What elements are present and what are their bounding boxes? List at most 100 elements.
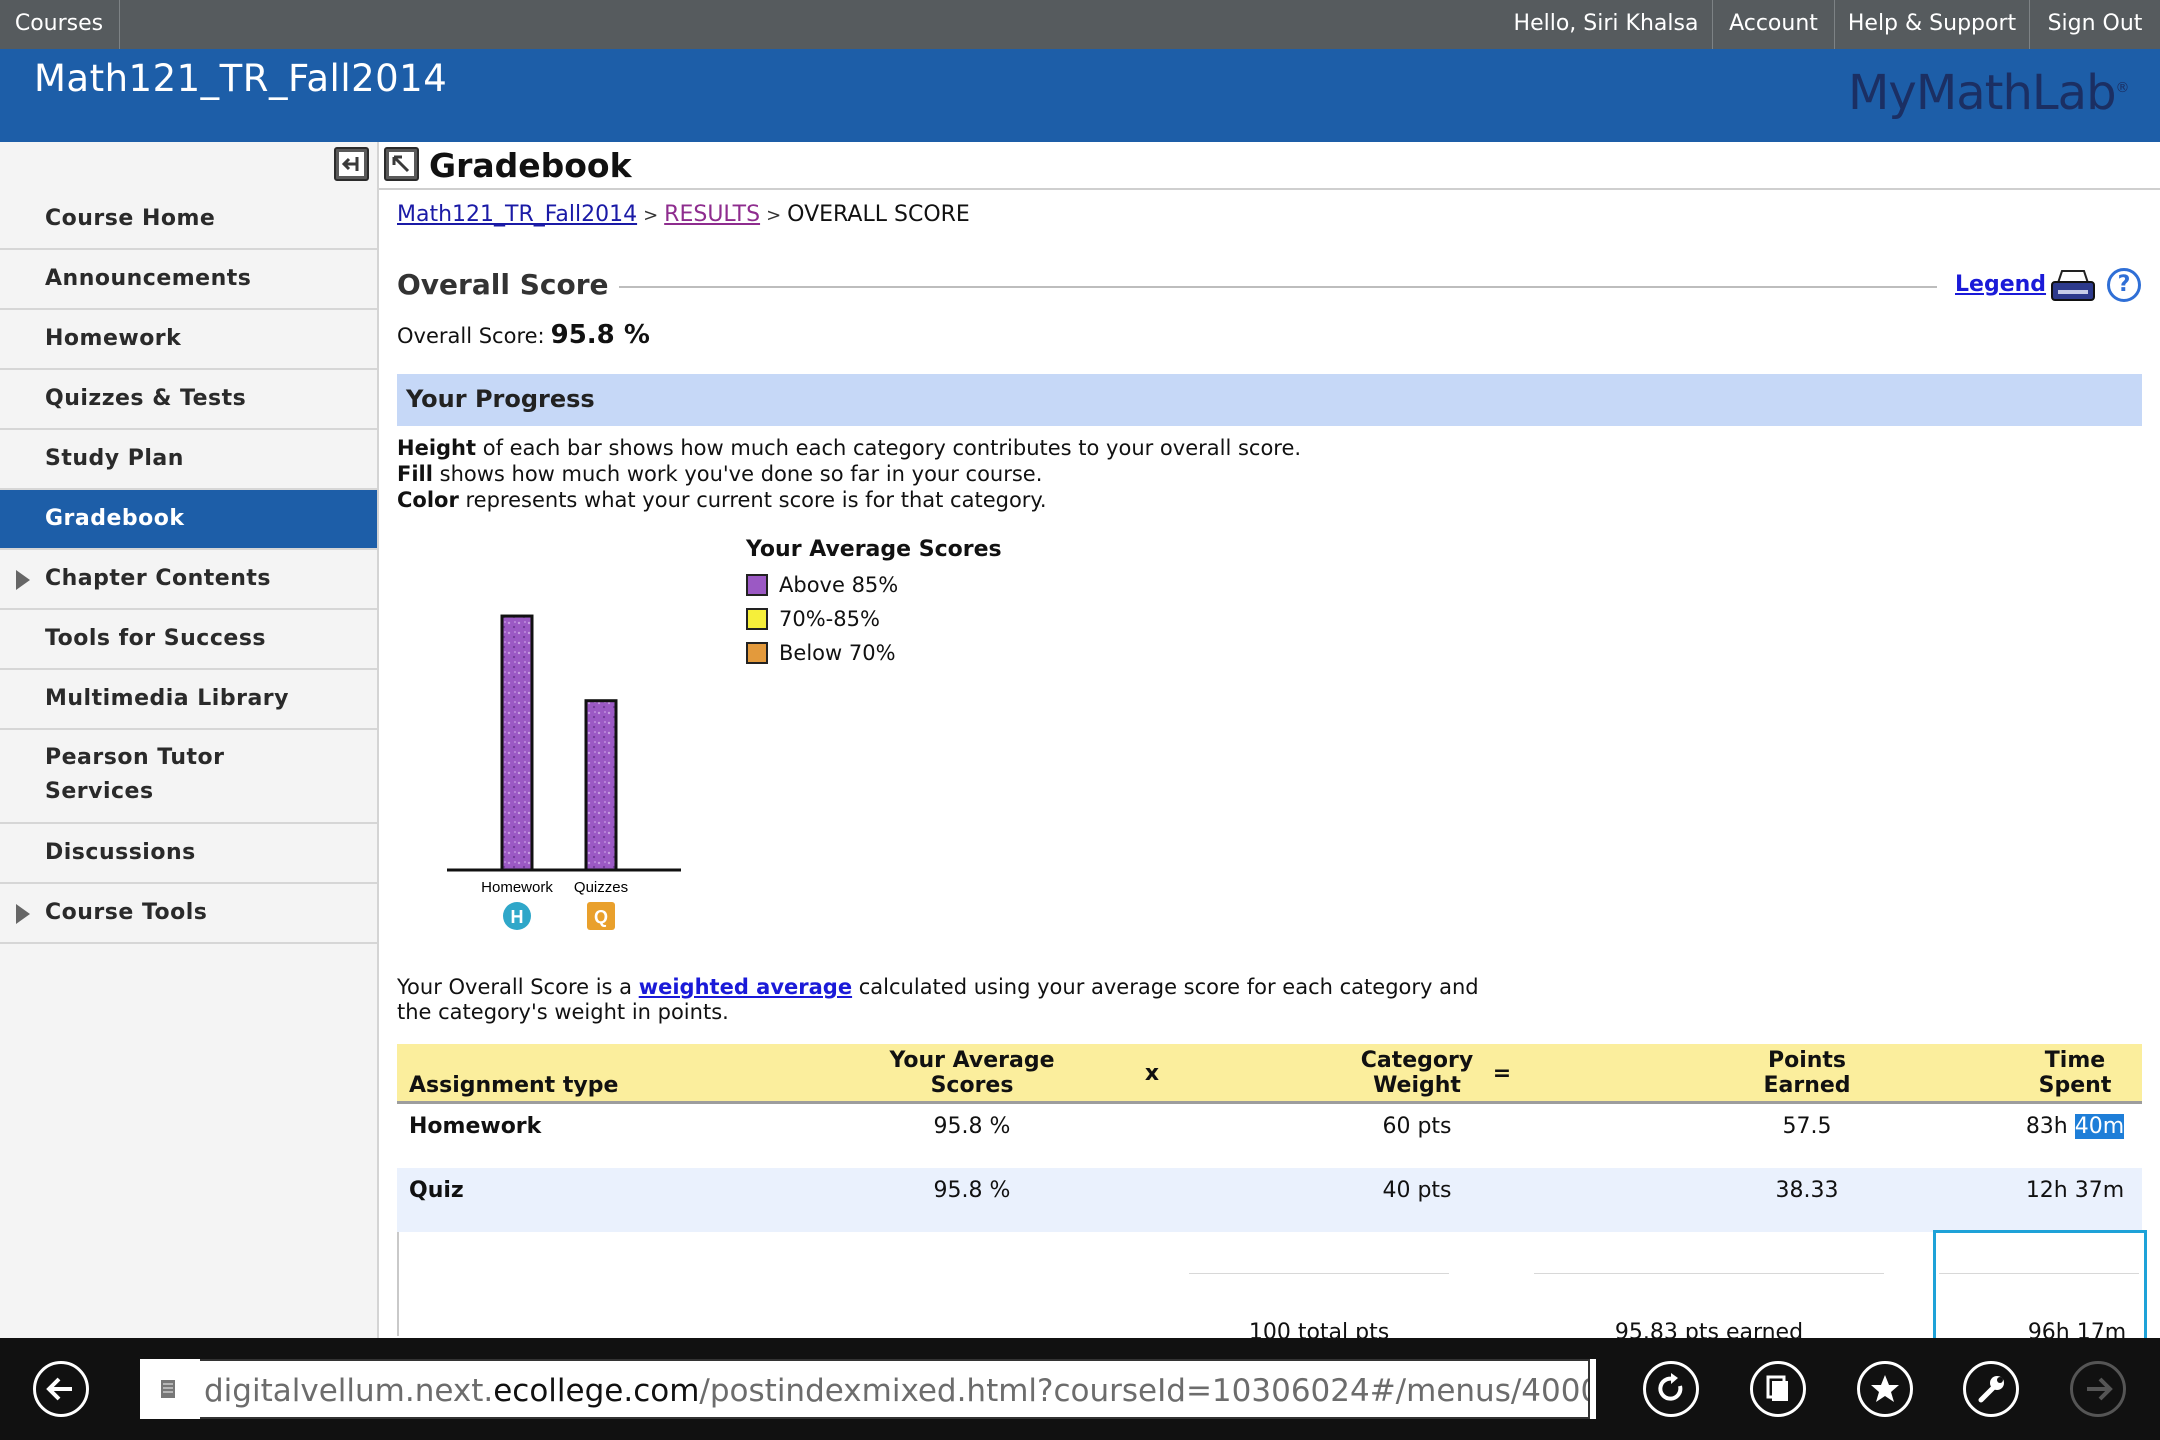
tools-button[interactable] [1963, 1361, 2019, 1417]
tabs-icon [1766, 1375, 1788, 1401]
legend-item-below-70: Below 70% [746, 636, 1002, 670]
section-divider [602, 286, 1937, 288]
sidebar-item-tools-for-success[interactable]: Tools for Success [0, 610, 377, 670]
weighted-average-link[interactable]: weighted average [639, 975, 852, 999]
collapse-sidebar-button[interactable] [334, 147, 369, 181]
course-title[interactable]: Math121_TR_Fall2014 [34, 57, 447, 100]
sidebar-item-pearson-tutor-services[interactable]: Pearson Tutor Services [0, 730, 377, 824]
back-arrow-icon [46, 1377, 72, 1401]
chart-badge-letter: H [511, 907, 524, 927]
sidebar-nav: Course Home Announcements Homework Quizz… [0, 190, 377, 944]
forward-button[interactable] [2070, 1361, 2126, 1417]
assignment-type-cell: Quiz [409, 1178, 464, 1203]
expand-content-button[interactable] [384, 147, 419, 181]
legend-item-above-85: Above 85% [746, 568, 1002, 602]
browser-app-bar: digitalvellum.next.ecollege.com/postinde… [0, 1338, 2160, 1440]
sidebar-item-homework[interactable]: Homework [0, 310, 377, 370]
total-rule [1534, 1273, 1884, 1274]
breadcrumb-results-link[interactable]: RESULTS [664, 202, 760, 227]
chart-explanation: Height of each bar shows how much each c… [397, 436, 1302, 512]
top-utility-bar: Courses Hello, Siri Khalsa Account Help … [0, 0, 2160, 49]
progress-bar-chart: Homework H Quizzes Q [447, 614, 681, 930]
focus-highlight [1933, 1230, 2147, 1346]
total-rule [1189, 1273, 1449, 1274]
legend-swatch [746, 574, 768, 596]
address-bar[interactable]: digitalvellum.next.ecollege.com/postinde… [140, 1359, 1596, 1419]
chart-badge-letter: Q [594, 907, 608, 927]
col-points-earned: Points Earned [1763, 1048, 1851, 1098]
col-equals-symbol: = [1492, 1061, 1512, 1086]
time-spent-cell: 83h 40m [2025, 1114, 2125, 1139]
points-earned-cell: 57.5 [1782, 1114, 1832, 1139]
back-button[interactable] [33, 1361, 89, 1417]
page-icon [152, 1373, 184, 1405]
expand-triangle-icon [16, 904, 30, 924]
sidebar-item-multimedia-library[interactable]: Multimedia Library [0, 670, 377, 730]
weighted-average-note: Your Overall Score is a weighted average… [397, 975, 1479, 1024]
mymathlab-logo: MyMathLab® [1848, 65, 2130, 121]
printer-icon[interactable] [2050, 268, 2096, 304]
category-weight-cell: 60 pts [1382, 1114, 1452, 1139]
expand-arrow-icon [389, 152, 414, 176]
courses-link[interactable]: Courses [0, 0, 118, 49]
breadcrumb: Math121_TR_Fall2014 > RESULTS > OVERALL SCOR… [397, 202, 970, 227]
chart-bar-homework[interactable] [500, 614, 534, 872]
sign-out-link[interactable]: Sign Out [2030, 0, 2160, 49]
course-sidebar: Course Home Announcements Homework Quizz… [0, 142, 379, 1338]
star-icon [1871, 1375, 1899, 1402]
user-greeting: Hello, Siri Khalsa [1513, 11, 1699, 36]
legend-title: Your Average Scores [746, 537, 1002, 562]
sidebar-item-course-home[interactable]: Course Home [0, 190, 377, 250]
account-link[interactable]: Account [1713, 0, 1834, 49]
sidebar-item-quizzes-tests[interactable]: Quizzes & Tests [0, 370, 377, 430]
average-scores-legend: Your Average Scores Above 85% 70%-85% Be… [746, 537, 1002, 670]
sidebar-item-study-plan[interactable]: Study Plan [0, 430, 377, 490]
table-totals: 100 total pts 95.83 pts earned 96h 17m [397, 1232, 2142, 1345]
course-banner: Math121_TR_Fall2014 MyMathLab® [0, 49, 2160, 142]
help-icon[interactable]: ? [2107, 268, 2141, 302]
overall-score-value: 95.8 % [550, 320, 650, 350]
score-table: Assignment type Your Average Scores x Cat… [397, 1044, 2142, 1345]
your-progress-header: Your Progress [397, 374, 2142, 426]
col-assignment-type: Assignment type [409, 1073, 619, 1098]
col-times-symbol: x [1144, 1061, 1160, 1086]
col-average-scores: Your Average Scores [889, 1048, 1055, 1098]
selected-text: 40m [2074, 1114, 2125, 1139]
average-score-cell: 95.8 % [933, 1114, 1011, 1139]
refresh-button[interactable] [1643, 1361, 1699, 1417]
help-support-link[interactable]: Help & Support [1835, 0, 2029, 49]
breadcrumb-course-link[interactable]: Math121_TR_Fall2014 [397, 202, 637, 227]
category-weight-cell: 40 pts [1382, 1178, 1452, 1203]
breadcrumb-current: OVERALL SCORE [787, 202, 970, 227]
table-row: Homework 95.8 % 60 pts 57.5 83h 40m [397, 1104, 2142, 1168]
legend-swatch [746, 608, 768, 630]
section-title: Overall Score [397, 268, 619, 301]
time-spent-cell: 12h 37m [2025, 1178, 2125, 1203]
chart-bar-quizzes[interactable] [584, 699, 618, 872]
points-earned-cell: 38.33 [1775, 1178, 1839, 1203]
main-header: Gradebook [379, 142, 2160, 190]
tabs-button[interactable] [1750, 1361, 1806, 1417]
overall-score: Overall Score: 95.8 % [397, 320, 650, 350]
table-header: Assignment type Your Average Scores x Cat… [397, 1044, 2142, 1104]
sidebar-item-announcements[interactable]: Announcements [0, 250, 377, 310]
refresh-icon [1658, 1373, 1683, 1401]
forward-arrow-icon [2087, 1377, 2113, 1401]
expand-triangle-icon [16, 570, 30, 590]
legend-link[interactable]: Legend [1955, 272, 2046, 297]
sidebar-item-gradebook[interactable]: Gradebook [0, 490, 377, 550]
url-text[interactable]: digitalvellum.next.ecollege.com/postinde… [200, 1359, 1590, 1419]
table-row: Quiz 95.8 % 40 pts 38.33 12h 37m [397, 1168, 2142, 1232]
wrench-icon [1978, 1376, 2004, 1403]
divider [119, 0, 120, 49]
page-title: Gradebook [429, 146, 632, 185]
chart-category-label: Homework [481, 879, 553, 896]
average-score-cell: 95.8 % [933, 1178, 1011, 1203]
legend-swatch [746, 642, 768, 664]
col-time-spent: Time Spent [2038, 1048, 2112, 1098]
sidebar-item-chapter-contents[interactable]: Chapter Contents [0, 550, 377, 610]
collapse-arrow-icon [339, 152, 364, 176]
favorites-button[interactable] [1857, 1361, 1913, 1417]
sidebar-item-discussions[interactable]: Discussions [0, 824, 377, 884]
sidebar-item-course-tools[interactable]: Course Tools [0, 884, 377, 944]
